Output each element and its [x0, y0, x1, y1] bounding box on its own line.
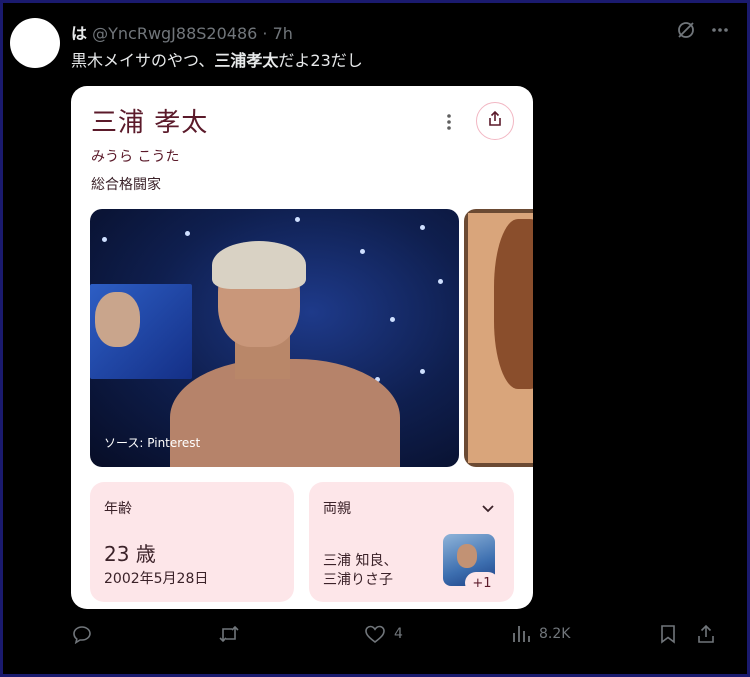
tweet-text-bold: 三浦孝太 [214, 51, 279, 70]
card-second-photo[interactable] [464, 209, 533, 467]
retweet-button[interactable] [218, 624, 248, 644]
reply-icon [72, 624, 92, 644]
card-kana: みうら こうた [91, 149, 180, 165]
grok-icon[interactable] [676, 20, 696, 40]
tweet-text-after: だよ23だし [278, 51, 363, 70]
share-tweet-button[interactable] [696, 624, 716, 644]
avatar[interactable] [10, 18, 60, 68]
share-icon [486, 110, 504, 132]
views-button[interactable]: 8.2K [511, 624, 570, 644]
knowledge-card[interactable]: 三浦 孝太 みうら こうた 総合格闘家 ソース: Pinterest 年齢 23… [71, 86, 533, 609]
display-name[interactable]: は [71, 24, 87, 43]
like-button[interactable]: 4 [364, 624, 403, 644]
age-value: 23 歳 [104, 542, 156, 566]
retweet-icon [218, 624, 240, 644]
background-screen [90, 284, 192, 379]
card-share-button[interactable] [476, 102, 514, 140]
parents-label: 両親 [323, 501, 351, 517]
parents-line2: 三浦りさ子 [323, 572, 393, 588]
like-icon [364, 624, 386, 644]
card-main-photo[interactable]: ソース: Pinterest [90, 209, 459, 467]
kebab-icon[interactable] [441, 112, 457, 136]
bookmark-icon [658, 624, 678, 644]
like-count: 4 [394, 626, 403, 642]
tweet-actions: 4 8.2K [0, 624, 750, 652]
card-occupation: 総合格闘家 [91, 177, 161, 193]
tweet-text: 黒木メイサのやつ、三浦孝太だよ23だし [71, 47, 363, 71]
image-source: ソース: Pinterest [104, 436, 201, 450]
views-count: 8.2K [539, 626, 571, 642]
chevron-down-icon[interactable] [480, 500, 496, 520]
tweet-text-before: 黒木メイサのやつ、 [71, 51, 215, 70]
more-count-badge: +1 [465, 572, 499, 594]
views-icon [511, 624, 531, 644]
card-title: 三浦 孝太 [91, 108, 209, 138]
share-tweet-icon [696, 624, 716, 644]
separator: · [257, 24, 273, 43]
more-icon[interactable] [710, 20, 730, 40]
tweet-header: は @YncRwgJ88S20486 · 7h [71, 20, 293, 44]
reply-button[interactable] [72, 624, 100, 644]
age-box[interactable]: 年齢 23 歳 2002年5月28日 [90, 482, 294, 602]
parents-box[interactable]: 両親 三浦 知良、 三浦りさ子 +1 [309, 482, 514, 602]
tweet-time[interactable]: 7h [273, 24, 293, 43]
birth-date: 2002年5月28日 [104, 571, 209, 587]
bookmark-button[interactable] [658, 624, 678, 644]
parents-names: 三浦 知良、 三浦りさ子 [323, 552, 397, 590]
age-label: 年齢 [104, 501, 132, 517]
handle[interactable]: @YncRwgJ88S20486 [92, 24, 257, 43]
parents-line1: 三浦 知良、 [323, 553, 398, 569]
tweet-top-icons [676, 20, 730, 40]
